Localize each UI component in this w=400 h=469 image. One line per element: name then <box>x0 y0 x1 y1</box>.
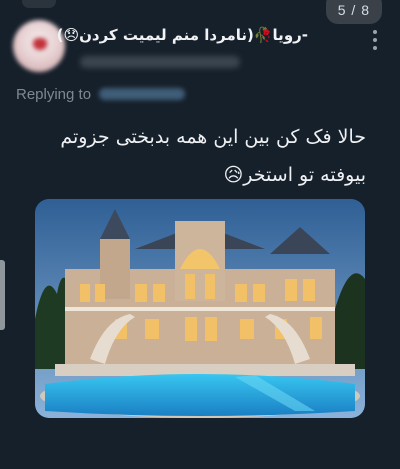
replying-to-label: Replying to <box>16 86 92 103</box>
tweet-text-line-2: بیوفته تو استخر😥 <box>223 164 366 186</box>
tweet-media-image[interactable] <box>35 199 365 418</box>
tweet-text-line-1: حالا فک کن بین این همه بدبختی جزوتم <box>60 126 366 148</box>
author-display-name[interactable]: -رویا🥀(نامردا منم لیمیت کردن😞) <box>57 26 308 44</box>
author-handle-redacted <box>80 56 240 68</box>
side-scroll-handle[interactable] <box>0 260 5 330</box>
replied-user-mention-redacted[interactable] <box>99 88 186 100</box>
avatar-rose-graphic <box>33 38 47 50</box>
tweet-text: حالا فک کن بین این همه بدبختی جزوتم بیوف… <box>36 118 366 194</box>
top-ui-fragment <box>22 0 56 8</box>
mansion-photo-illustration <box>35 199 365 418</box>
media-page-counter: 5 / 8 <box>325 0 382 24</box>
more-vertical-icon[interactable] <box>372 30 378 50</box>
replying-to-line: Replying to <box>16 86 186 103</box>
